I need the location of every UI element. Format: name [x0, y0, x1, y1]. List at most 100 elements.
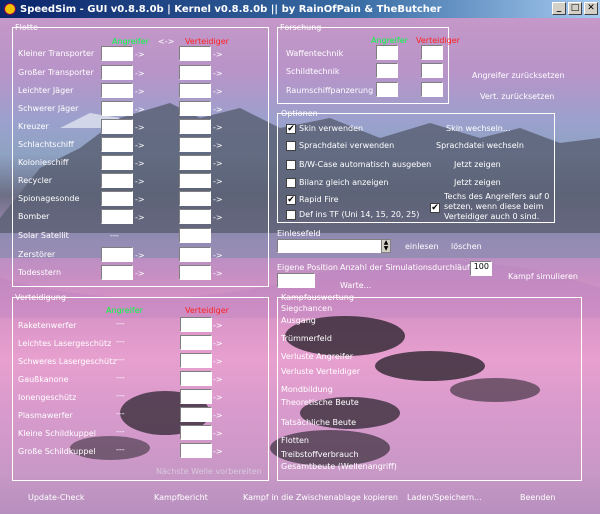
- sim-count-input[interactable]: 100: [470, 261, 492, 276]
- research-defender-input[interactable]: [421, 82, 443, 97]
- ship-copy-arrow[interactable]: ->: [135, 177, 145, 186]
- simulate-button[interactable]: Kampf simulieren: [508, 272, 578, 281]
- ship-attacker-input[interactable]: [101, 173, 133, 188]
- defense-copy-arrow[interactable]: ->: [213, 375, 223, 384]
- research-attacker-input[interactable]: [376, 45, 398, 60]
- ship-attacker-input[interactable]: [101, 155, 133, 170]
- ship-attacker-input[interactable]: [101, 119, 133, 134]
- skin-change-button[interactable]: Skin wechseln...: [446, 124, 511, 133]
- defense-defender-input[interactable]: [180, 407, 212, 422]
- ship-copy-arrow[interactable]: ->: [135, 213, 145, 222]
- reset-attacker-button[interactable]: Angreifer zurücksetzen: [472, 71, 565, 80]
- maximize-button[interactable]: □: [568, 2, 582, 15]
- defense-copy-arrow[interactable]: ->: [213, 411, 223, 420]
- ship-copy-arrow[interactable]: ->: [213, 195, 223, 204]
- defense-defender-input[interactable]: [180, 353, 212, 368]
- load-save-button[interactable]: Laden/Speichern...: [407, 493, 482, 502]
- ship-copy-arrow[interactable]: ->: [213, 159, 223, 168]
- close-button[interactable]: ✕: [584, 2, 598, 15]
- ship-copy-arrow[interactable]: ->: [135, 159, 145, 168]
- readin-button[interactable]: einlesen: [405, 242, 439, 251]
- show-now-button[interactable]: Jetzt zeigen: [454, 178, 501, 187]
- reset-defender-button[interactable]: Vert. zurücksetzen: [480, 92, 554, 101]
- ship-defender-input[interactable]: [179, 46, 211, 61]
- ship-copy-arrow[interactable]: ->: [135, 195, 145, 204]
- ship-defender-input[interactable]: [179, 83, 211, 98]
- ship-copy-arrow[interactable]: ->: [135, 87, 145, 96]
- ship-copy-arrow[interactable]: ->: [135, 69, 145, 78]
- defense-defender-input[interactable]: [180, 317, 212, 332]
- ship-defender-input[interactable]: [179, 228, 211, 243]
- skin-use-checkbox[interactable]: ✔: [286, 124, 296, 134]
- research-attacker-input[interactable]: [376, 63, 398, 78]
- techs-zero-checkbox[interactable]: ✔: [430, 203, 440, 213]
- bbcode-checkbox[interactable]: [286, 160, 296, 170]
- ship-attacker-input[interactable]: [101, 101, 133, 116]
- ship-copy-arrow[interactable]: ->: [135, 269, 145, 278]
- defense-defender-input[interactable]: [180, 335, 212, 350]
- position-input[interactable]: [277, 273, 315, 288]
- defense-copy-arrow[interactable]: ->: [213, 321, 223, 330]
- update-check-button[interactable]: Update-Check: [28, 493, 84, 502]
- readin-textarea[interactable]: [277, 239, 382, 253]
- readin-scroll[interactable]: ▲ ▼: [381, 239, 391, 253]
- show-now-button[interactable]: Jetzt zeigen: [454, 160, 501, 169]
- ship-copy-arrow[interactable]: ->: [213, 251, 223, 260]
- ship-copy-arrow[interactable]: ->: [135, 251, 145, 260]
- next-wave-button[interactable]: Nächste Welle vorbereiten: [156, 467, 262, 476]
- lang-change-button[interactable]: Sprachdatei wechseln: [436, 141, 524, 150]
- defense-copy-arrow[interactable]: ->: [213, 339, 223, 348]
- ship-defender-input[interactable]: [179, 101, 211, 116]
- rapid-fire-checkbox[interactable]: ✔: [286, 195, 296, 205]
- ship-defender-input[interactable]: [179, 137, 211, 152]
- minimize-button[interactable]: _: [552, 2, 566, 15]
- ship-copy-arrow[interactable]: ->: [213, 105, 223, 114]
- ship-copy-arrow[interactable]: ->: [213, 123, 223, 132]
- defense-defender-input[interactable]: [180, 371, 212, 386]
- copy-clipboard-button[interactable]: Kampf in die Zwischenablage kopieren: [243, 493, 398, 502]
- research-defender-input[interactable]: [421, 45, 443, 60]
- ship-attacker-input[interactable]: [101, 191, 133, 206]
- ship-copy-arrow[interactable]: ->: [213, 269, 223, 278]
- lang-use-checkbox[interactable]: [286, 141, 296, 151]
- ship-attacker-input[interactable]: [101, 265, 133, 280]
- ship-attacker-input[interactable]: [101, 137, 133, 152]
- ship-attacker-input[interactable]: [101, 65, 133, 80]
- ship-defender-input[interactable]: [179, 265, 211, 280]
- ship-defender-input[interactable]: [179, 209, 211, 224]
- ship-defender-input[interactable]: [179, 247, 211, 262]
- battle-report-button[interactable]: Kampfbericht: [154, 493, 208, 502]
- defense-copy-arrow[interactable]: ->: [213, 393, 223, 402]
- defense-copy-arrow[interactable]: ->: [213, 429, 223, 438]
- ship-defender-input[interactable]: [179, 155, 211, 170]
- ship-copy-arrow[interactable]: ->: [213, 50, 223, 59]
- ship-attacker-input[interactable]: [101, 83, 133, 98]
- defense-copy-arrow[interactable]: ->: [213, 357, 223, 366]
- ship-attacker-input[interactable]: [101, 46, 133, 61]
- defense-defender-input[interactable]: [180, 389, 212, 404]
- ship-copy-arrow[interactable]: ->: [213, 177, 223, 186]
- quit-button[interactable]: Beenden: [520, 493, 555, 502]
- ship-copy-arrow[interactable]: ->: [213, 213, 223, 222]
- defense-defender-input[interactable]: [180, 425, 212, 440]
- ship-copy-arrow[interactable]: ->: [213, 69, 223, 78]
- ship-copy-arrow[interactable]: ->: [135, 50, 145, 59]
- ship-defender-input[interactable]: [179, 119, 211, 134]
- ship-attacker-input[interactable]: [101, 247, 133, 262]
- fleet-swap-button[interactable]: <->: [158, 37, 174, 46]
- ship-copy-arrow[interactable]: ->: [135, 123, 145, 132]
- ship-attacker-input[interactable]: [101, 209, 133, 224]
- defense-defender-input[interactable]: [180, 443, 212, 458]
- def-tf-checkbox[interactable]: [286, 210, 296, 220]
- bilanz-checkbox[interactable]: [286, 178, 296, 188]
- clear-button[interactable]: löschen: [451, 242, 482, 251]
- research-defender-input[interactable]: [421, 63, 443, 78]
- ship-copy-arrow[interactable]: ->: [213, 141, 223, 150]
- research-attacker-input[interactable]: [376, 82, 398, 97]
- ship-defender-input[interactable]: [179, 191, 211, 206]
- defense-copy-arrow[interactable]: ->: [213, 447, 223, 456]
- ship-defender-input[interactable]: [179, 65, 211, 80]
- ship-copy-arrow[interactable]: ->: [135, 141, 145, 150]
- ship-defender-input[interactable]: [179, 173, 211, 188]
- ship-copy-arrow[interactable]: ->: [135, 105, 145, 114]
